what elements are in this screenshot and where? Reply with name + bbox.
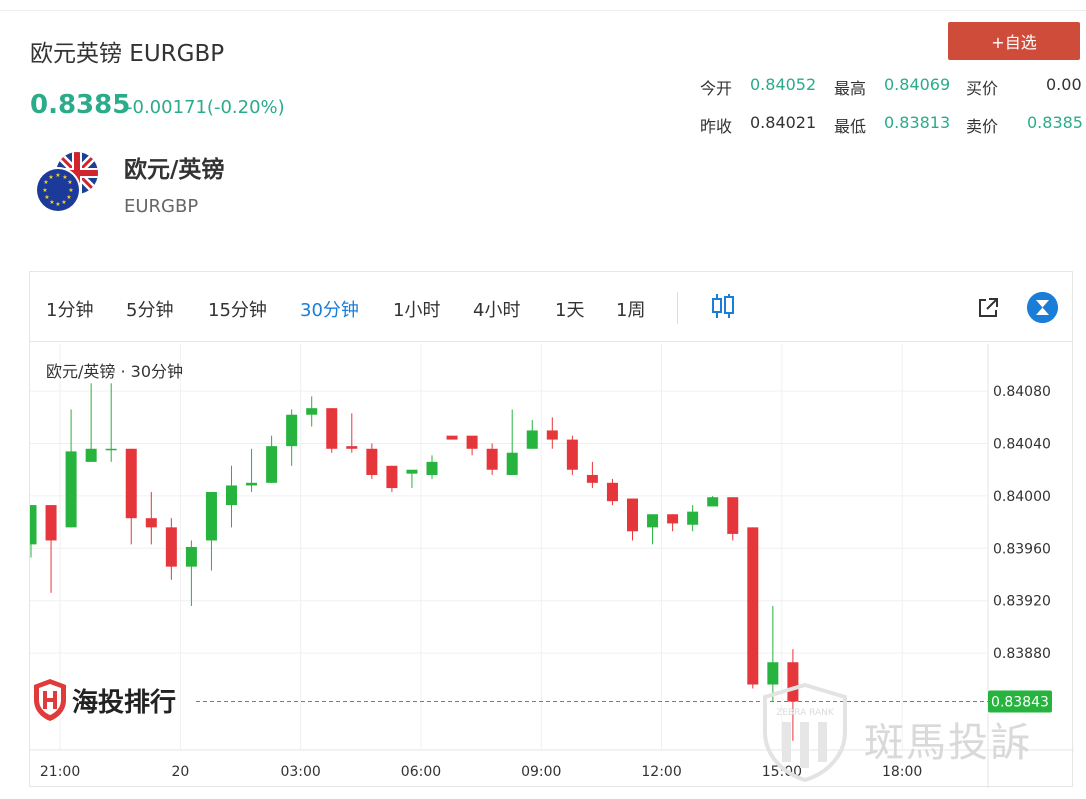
open-value: 0.84052 — [750, 75, 817, 94]
candle-body — [185, 547, 197, 567]
prev-close-label: 昨收 — [700, 117, 733, 136]
candle-body — [466, 435, 478, 449]
haitou-watermark: 海投排行 — [32, 676, 202, 724]
chart-series-label: 欧元/英镑 · 30分钟 — [46, 362, 184, 381]
y-tick-label: 0.83920 — [993, 594, 1051, 610]
candle-body — [165, 527, 177, 567]
candle-body — [687, 511, 699, 525]
candle-body — [627, 498, 638, 532]
zebra-shield-icon: ZEBRA RANK — [763, 682, 847, 782]
svg-text:★: ★ — [49, 199, 54, 206]
top-divider — [0, 10, 1086, 11]
svg-text:★: ★ — [55, 201, 60, 208]
open-label: 今开 — [700, 79, 733, 98]
candle-body — [647, 514, 659, 528]
candle-body — [586, 474, 598, 483]
high-value: 0.84069 — [884, 75, 951, 94]
prev-close-value: 0.84021 — [750, 113, 817, 132]
x-tick-label: 12:00 — [641, 764, 681, 780]
x-tick-label: 20 — [171, 764, 189, 780]
y-tick-label: 0.84080 — [993, 384, 1051, 400]
candle-body — [566, 439, 578, 470]
candle-body — [506, 452, 518, 475]
y-tick-label: 0.84000 — [993, 489, 1051, 505]
ask-label: 卖价 — [966, 117, 999, 136]
candle-body — [546, 430, 558, 440]
svg-text:★: ★ — [61, 199, 66, 206]
haitou-watermark-text: 海投排行 — [72, 688, 177, 718]
svg-text:★: ★ — [67, 179, 72, 186]
ask-value: 0.8385 — [1027, 113, 1083, 132]
instrument-name: 欧元/英镑 — [124, 157, 225, 183]
candle-body — [145, 518, 157, 528]
high-label: 最高 — [834, 79, 867, 98]
svg-text:★: ★ — [42, 187, 47, 194]
svg-text:★: ★ — [48, 174, 53, 181]
candle-body — [105, 448, 117, 451]
candle-body — [486, 448, 498, 470]
x-tick-label: 06:00 — [401, 764, 441, 780]
svg-text:★: ★ — [44, 194, 49, 201]
candle-body — [226, 485, 237, 506]
instrument-code: EURGBP — [124, 196, 199, 217]
candle-body — [386, 465, 398, 489]
candle-body — [246, 482, 258, 486]
bid-label: 买价 — [966, 79, 999, 98]
y-tick-label: 0.84040 — [993, 437, 1051, 453]
candle-body — [426, 461, 438, 475]
candle-body — [125, 448, 137, 519]
page-title: 欧元英镑 EURGBP — [30, 41, 225, 67]
candle-body — [306, 408, 318, 415]
svg-text:★: ★ — [55, 172, 60, 179]
candle-body — [747, 527, 759, 685]
y-tick-label: 0.83880 — [993, 646, 1051, 662]
chart-panel: 1分钟 5分钟 15分钟 30分钟 1小时 4小时 1天 1周 0.84080 0… — [29, 271, 1074, 788]
candle-body — [30, 505, 37, 545]
zebra-watermark-text: 斑馬投訴 — [864, 720, 1032, 766]
candle-body — [406, 469, 418, 474]
candle-body — [286, 414, 298, 447]
x-tick-label: 03:00 — [280, 764, 320, 780]
svg-text:★: ★ — [66, 194, 71, 201]
candle-body — [667, 514, 679, 524]
candle-body — [45, 505, 57, 541]
candle-body — [707, 497, 719, 507]
low-label: 最低 — [834, 117, 867, 136]
eur-gbp-flag-icon: ★ ★★ ★★★ ★★★ ★★★ — [35, 152, 98, 213]
zebra-watermark: ZEBRA RANK 斑馬投訴 — [760, 682, 1074, 782]
candle-body — [346, 446, 358, 449]
candle-body — [205, 491, 217, 541]
candle-body — [85, 448, 97, 462]
low-value: 0.83813 — [884, 113, 951, 132]
candle-body — [65, 451, 77, 528]
candle-body — [366, 448, 378, 475]
candle-body — [446, 435, 458, 440]
shield-logo-icon — [34, 679, 66, 721]
candle-body — [326, 408, 338, 449]
candle-body — [526, 430, 538, 449]
svg-text:★: ★ — [68, 187, 73, 194]
price-change: -0.00171(-0.20%) — [126, 97, 285, 118]
x-tick-label: 21:00 — [40, 764, 80, 780]
zebra-badge-text: ZEBRA RANK — [776, 708, 835, 718]
bid-value: 0.00 — [1046, 75, 1082, 94]
candle-body — [266, 446, 278, 483]
y-tick-label: 0.83960 — [993, 541, 1051, 557]
candle-body — [727, 497, 739, 534]
x-tick-label: 09:00 — [521, 764, 561, 780]
current-price: 0.8385 — [30, 90, 131, 120]
candle-body — [606, 482, 618, 502]
add-to-watchlist-button[interactable]: +自选 — [948, 22, 1080, 60]
